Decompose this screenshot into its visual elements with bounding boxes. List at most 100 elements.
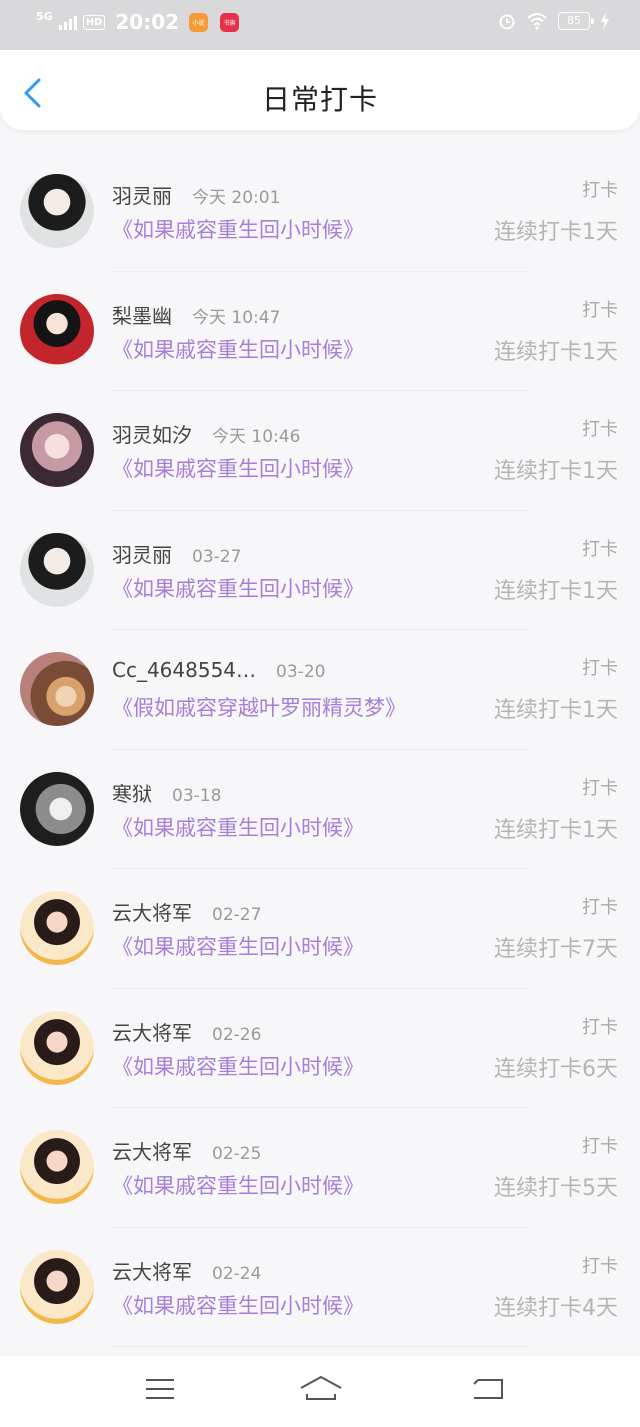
streak-label: 连续打卡1天 xyxy=(494,578,618,604)
checkin-tag: 打卡 xyxy=(582,538,618,560)
book-title-link[interactable]: 《如果戚容重生回小时候》 xyxy=(112,334,364,364)
menu-icon xyxy=(146,1379,174,1399)
user-name: 云大将军 02-24 xyxy=(112,1256,261,1285)
checkin-tag: 打卡 xyxy=(582,658,618,679)
user-name-text: Cc_4648554… xyxy=(112,658,257,682)
home-button[interactable] xyxy=(298,1374,344,1404)
book-title-link[interactable]: 《如果戚容重生回小时候》 xyxy=(112,214,364,244)
avatar[interactable] xyxy=(20,293,94,368)
checkin-date: 今天 20:01 xyxy=(192,188,281,208)
checkin-tag: 打卡 xyxy=(582,897,618,918)
home-icon xyxy=(300,1376,342,1400)
status-bar: 5G HD 20:02 小说 书旗 85 xyxy=(0,0,640,50)
clock-time: 20:02 xyxy=(115,10,180,34)
checkin-item[interactable]: 云大将军 02-27 《如果戚容重生回小时候》 打卡 连续打卡7天 xyxy=(0,869,640,989)
checkin-item[interactable]: 梨墨幽 今天 10:47 《如果戚容重生回小时候》 打卡 连续打卡1天 xyxy=(0,272,640,391)
divider xyxy=(110,1346,530,1347)
streak-label: 连续打卡1天 xyxy=(494,459,618,484)
avatar[interactable] xyxy=(20,1249,94,1324)
user-name: 梨墨幽 今天 10:47 xyxy=(112,300,280,329)
user-name: 羽灵如汐 今天 10:46 xyxy=(112,419,300,448)
avatar[interactable] xyxy=(20,174,94,248)
user-name-text: 云大将军 xyxy=(112,1020,192,1045)
user-name: 云大将军 02-27 xyxy=(112,897,261,926)
streak-label: 连续打卡1天 xyxy=(494,817,618,843)
checkin-date: 02-25 xyxy=(212,1144,262,1164)
app-notification-icon: 书旗 xyxy=(220,12,240,32)
avatar[interactable] xyxy=(20,1130,94,1204)
user-name-text: 寒狱 xyxy=(112,781,152,806)
avatar[interactable] xyxy=(20,532,94,607)
checkin-date: 02-27 xyxy=(212,905,262,925)
system-nav-bar xyxy=(0,1356,640,1427)
checkin-date: 03-27 xyxy=(192,546,242,567)
book-title-link[interactable]: 《如果戚容重生回小时候》 xyxy=(112,1051,364,1081)
hd-icon: HD xyxy=(82,14,106,30)
user-name: 羽灵丽 03-27 xyxy=(112,539,241,568)
user-name-text: 梨墨幽 xyxy=(112,303,172,328)
return-button[interactable] xyxy=(468,1374,508,1404)
checkin-tag: 打卡 xyxy=(582,777,618,799)
checkin-tag: 打卡 xyxy=(582,180,618,201)
streak-label: 连续打卡1天 xyxy=(494,339,618,365)
avatar[interactable] xyxy=(20,413,94,487)
checkin-tag: 打卡 xyxy=(582,419,618,440)
user-name-text: 云大将军 xyxy=(112,1140,192,1164)
alarm-icon xyxy=(499,14,515,30)
checkin-item[interactable]: 羽灵丽 03-27 《如果戚容重生回小时候》 打卡 连续打卡1天 xyxy=(0,511,640,630)
user-name-text: 云大将军 xyxy=(112,1259,192,1284)
menu-button[interactable] xyxy=(142,1374,182,1404)
user-name: 羽灵丽 今天 20:01 xyxy=(112,180,280,209)
streak-label: 连续打卡4天 xyxy=(494,1295,618,1321)
avatar[interactable] xyxy=(20,891,94,965)
avatar[interactable] xyxy=(20,1010,94,1085)
page-title: 日常打卡 xyxy=(261,83,378,116)
app-notification-icon: 小说 xyxy=(189,12,209,32)
header: 日常打卡 xyxy=(0,50,640,130)
battery-icon: 85 xyxy=(558,12,594,30)
network-type: 5G xyxy=(36,9,53,23)
streak-label: 连续打卡5天 xyxy=(494,1176,618,1201)
checkin-list: 羽灵丽 今天 20:01 《如果戚容重生回小时候》 打卡 连续打卡1天 梨墨幽 今天… xyxy=(0,152,640,1347)
user-name: Cc_4648554… 03-20 xyxy=(112,658,325,682)
signal-icon xyxy=(58,14,77,30)
book-title-link[interactable]: 《如果戚容重生回小时候》 xyxy=(112,453,364,483)
user-name-text: 云大将军 xyxy=(112,901,192,925)
wifi-icon xyxy=(527,13,547,30)
streak-label: 连续打卡1天 xyxy=(494,698,618,723)
checkin-item[interactable]: 云大将军 02-24 《如果戚容重生回小时候》 打卡 连续打卡4天 xyxy=(0,1228,640,1347)
checkin-item[interactable]: Cc_4648554… 03-20 《假如戚容穿越叶罗丽精灵梦》 打卡 连续打卡1… xyxy=(0,630,640,750)
book-title-link[interactable]: 《如果戚容重生回小时候》 xyxy=(112,1170,364,1200)
user-name-text: 羽灵丽 xyxy=(112,542,172,567)
book-title-link[interactable]: 《如果戚容重生回小时候》 xyxy=(112,812,364,842)
checkin-tag: 打卡 xyxy=(582,1016,618,1038)
checkin-tag: 打卡 xyxy=(582,1136,618,1157)
checkin-item[interactable]: 寒狱 03-18 《如果戚容重生回小时候》 打卡 连续打卡1天 xyxy=(0,750,640,869)
user-name-text: 羽灵丽 xyxy=(112,184,172,208)
checkin-date: 02-26 xyxy=(212,1024,262,1045)
user-name: 云大将军 02-26 xyxy=(112,1017,261,1046)
book-title-link[interactable]: 《如果戚容重生回小时候》 xyxy=(112,931,364,961)
checkin-tag: 打卡 xyxy=(582,299,618,321)
streak-label: 连续打卡6天 xyxy=(494,1056,618,1082)
checkin-item[interactable]: 云大将军 02-25 《如果戚容重生回小时候》 打卡 连续打卡5天 xyxy=(0,1108,640,1228)
avatar[interactable] xyxy=(20,652,94,726)
checkin-item[interactable]: 云大将军 02-26 《如果戚容重生回小时候》 打卡 连续打卡6天 xyxy=(0,989,640,1108)
book-title-link[interactable]: 《假如戚容穿越叶罗丽精灵梦》 xyxy=(112,692,406,722)
return-icon xyxy=(473,1379,503,1399)
checkin-tag: 打卡 xyxy=(582,1255,618,1277)
checkin-date: 今天 10:47 xyxy=(192,307,281,328)
checkin-item[interactable]: 羽灵如汐 今天 10:46 《如果戚容重生回小时候》 打卡 连续打卡1天 xyxy=(0,391,640,511)
book-title-link[interactable]: 《如果戚容重生回小时候》 xyxy=(112,1290,364,1320)
avatar[interactable] xyxy=(20,771,94,846)
user-name: 寒狱 03-18 xyxy=(112,778,221,807)
user-name: 云大将军 02-25 xyxy=(112,1136,261,1165)
checkin-item[interactable]: 羽灵丽 今天 20:01 《如果戚容重生回小时候》 打卡 连续打卡1天 xyxy=(0,152,640,272)
book-title-link[interactable]: 《如果戚容重生回小时候》 xyxy=(112,573,364,603)
streak-label: 连续打卡1天 xyxy=(494,220,618,245)
checkin-date: 02-24 xyxy=(212,1263,262,1284)
streak-label: 连续打卡7天 xyxy=(494,937,618,962)
user-name-text: 羽灵如汐 xyxy=(112,423,192,447)
checkin-date: 03-20 xyxy=(276,662,326,682)
checkin-date: 今天 10:46 xyxy=(212,427,301,447)
